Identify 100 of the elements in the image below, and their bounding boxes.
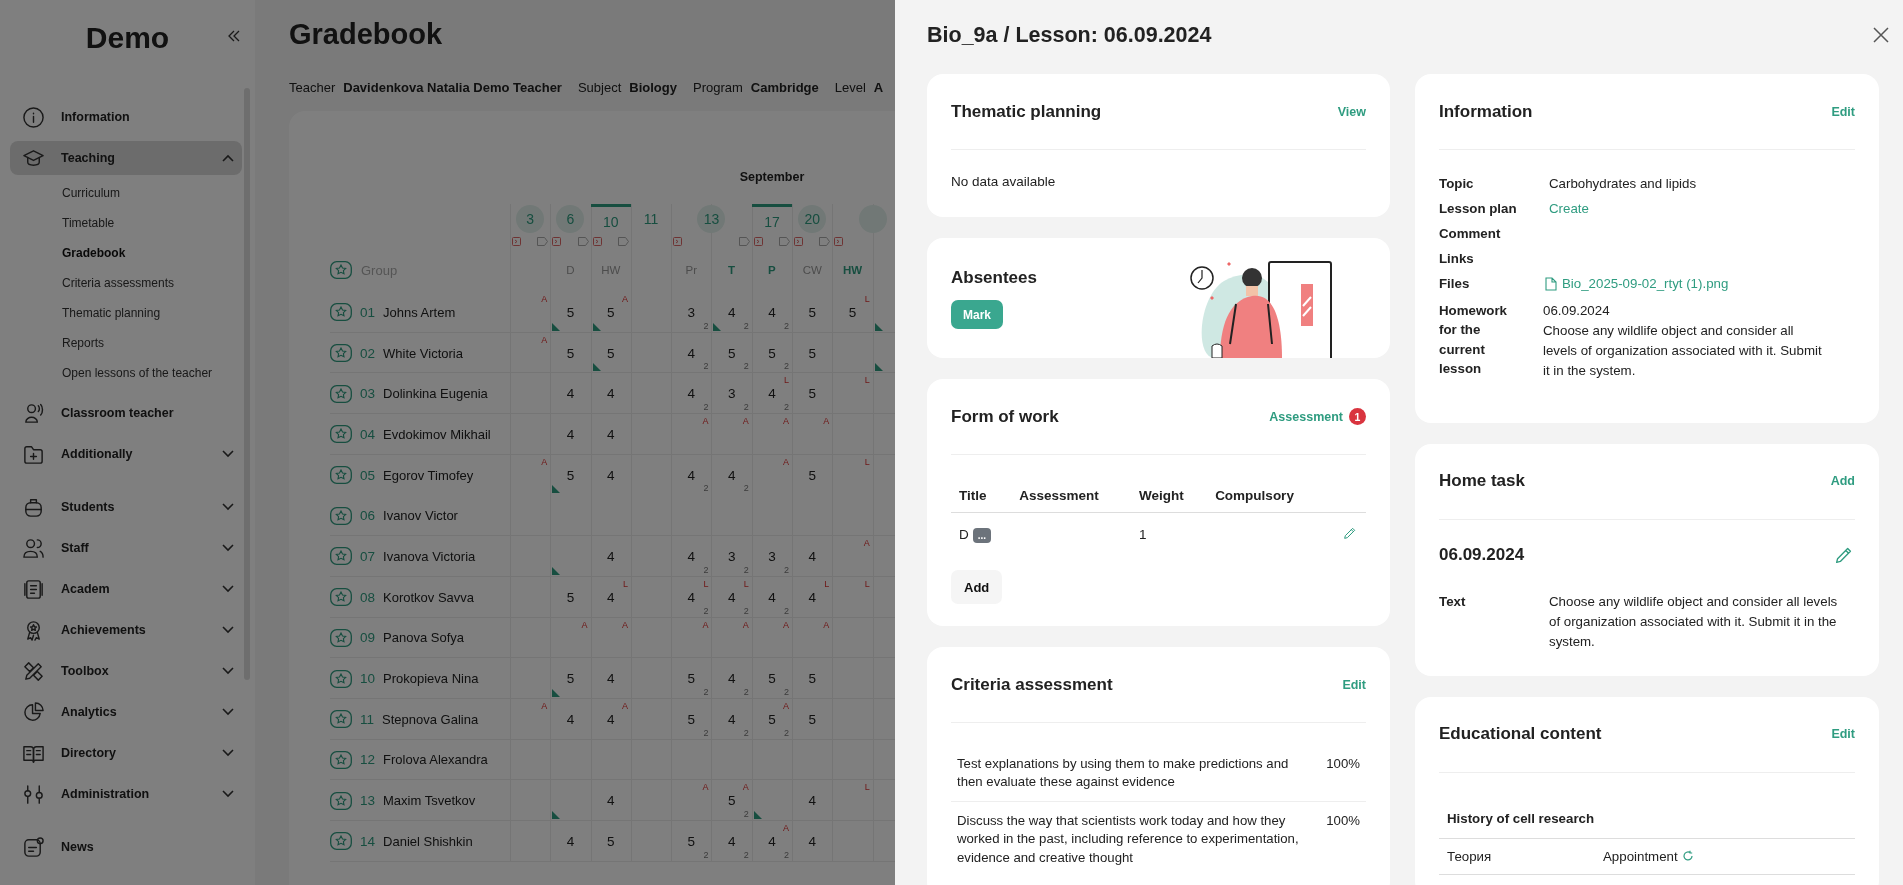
- nav-subitem[interactable]: Timetable: [62, 212, 255, 242]
- grade[interactable]: 5: [566, 589, 575, 605]
- student-name[interactable]: Egorov Timofey: [383, 467, 474, 483]
- grade[interactable]: 5: [808, 345, 816, 361]
- grade[interactable]: 3: [727, 548, 736, 564]
- student-name[interactable]: Maxim Tsvetkov: [383, 793, 476, 809]
- nav-subitem[interactable]: Criteria assessments: [62, 272, 255, 302]
- student-name[interactable]: Ivanova Victoria: [383, 548, 476, 564]
- file-link[interactable]: Bio_2025-09-02_rtyt (1).png: [1545, 276, 1855, 291]
- grade[interactable]: 4: [768, 304, 776, 320]
- grade[interactable]: 5: [727, 345, 736, 361]
- nav-subitem[interactable]: Curriculum: [62, 182, 255, 212]
- grade[interactable]: 4: [808, 589, 816, 605]
- student-name[interactable]: Daniel Shishkin: [383, 833, 473, 849]
- grade[interactable]: 5: [566, 467, 575, 483]
- lesson-date[interactable]: 11: [643, 205, 659, 233]
- mark-button[interactable]: Mark: [951, 300, 1003, 329]
- nav-item[interactable]: Classroom teacher: [10, 396, 242, 430]
- nav-item[interactable]: Information: [10, 100, 242, 134]
- add-button[interactable]: Add: [951, 570, 1003, 604]
- nav-item[interactable]: Students: [10, 490, 242, 524]
- nav-item[interactable]: Directory: [10, 736, 242, 770]
- grade[interactable]: 4: [727, 467, 736, 483]
- grade[interactable]: 4: [687, 386, 696, 402]
- card-action-link[interactable]: Edit: [1342, 677, 1366, 692]
- grade[interactable]: 4: [768, 589, 776, 605]
- nav-item[interactable]: Staff: [10, 531, 242, 565]
- grade[interactable]: 5: [808, 467, 816, 483]
- grade[interactable]: 4: [768, 833, 776, 849]
- grade[interactable]: 5: [566, 671, 575, 687]
- grade[interactable]: 4: [566, 426, 575, 442]
- grade[interactable]: 4: [607, 793, 615, 809]
- student-name[interactable]: Johns Artem: [383, 304, 456, 320]
- grade[interactable]: 5: [808, 304, 816, 320]
- student-name[interactable]: Prokopieva Nina: [383, 671, 479, 687]
- grade[interactable]: 5: [566, 345, 575, 361]
- grade[interactable]: 4: [808, 548, 816, 564]
- grade[interactable]: 4: [566, 386, 575, 402]
- nav-subitem[interactable]: Thematic planning: [62, 302, 255, 332]
- card-action-link[interactable]: Assessment 1: [1269, 408, 1366, 425]
- nav-item[interactable]: Achievements: [10, 613, 242, 647]
- nav-subitem[interactable]: Gradebook: [62, 242, 255, 272]
- grade[interactable]: 4: [566, 833, 575, 849]
- grade[interactable]: 5: [808, 671, 816, 687]
- grade[interactable]: 4: [687, 467, 696, 483]
- student-name[interactable]: Stepnova Galina: [382, 711, 479, 727]
- student-name[interactable]: Ivanov Victor: [383, 508, 458, 524]
- grade[interactable]: 5: [687, 711, 696, 727]
- grade[interactable]: 5: [768, 345, 776, 361]
- card-action-link[interactable]: Edit: [1831, 104, 1855, 119]
- nav-item[interactable]: Academ: [10, 572, 242, 606]
- student-name[interactable]: Frolova Alexandra: [383, 752, 488, 768]
- grade[interactable]: 4: [727, 711, 736, 727]
- card-action-link[interactable]: Add: [1830, 474, 1855, 489]
- grade[interactable]: 4: [607, 548, 615, 564]
- nav-subitem[interactable]: Reports: [62, 332, 255, 362]
- grade[interactable]: 5: [768, 711, 776, 727]
- grade[interactable]: 4: [768, 386, 776, 402]
- nav-item[interactable]: Toolbox: [10, 654, 242, 688]
- grade[interactable]: 4: [727, 589, 736, 605]
- grade[interactable]: 5: [768, 671, 776, 687]
- grade[interactable]: 4: [607, 711, 615, 727]
- student-name[interactable]: Evdokimov Mikhail: [383, 426, 491, 442]
- grade[interactable]: 4: [607, 467, 615, 483]
- grade[interactable]: 4: [607, 589, 615, 605]
- grade[interactable]: 3: [687, 304, 696, 320]
- grade[interactable]: 4: [607, 386, 615, 402]
- grade[interactable]: 3: [768, 548, 776, 564]
- grade[interactable]: 5: [687, 833, 696, 849]
- grade[interactable]: 5: [607, 833, 615, 849]
- grade[interactable]: 5: [566, 304, 575, 320]
- grade[interactable]: 3: [727, 386, 736, 402]
- grade[interactable]: 4: [607, 426, 615, 442]
- grade[interactable]: 5: [727, 793, 736, 809]
- grade[interactable]: 5: [687, 671, 696, 687]
- grade[interactable]: 4: [727, 833, 736, 849]
- student-name[interactable]: White Victoria: [383, 345, 463, 361]
- card-action-link[interactable]: Edit: [1831, 727, 1855, 742]
- grade[interactable]: 4: [687, 345, 696, 361]
- grade[interactable]: 5: [808, 711, 816, 727]
- grade[interactable]: 4: [687, 548, 696, 564]
- grade[interactable]: 5: [848, 304, 857, 320]
- nav-item[interactable]: News: [10, 830, 242, 864]
- create-link[interactable]: Create: [1549, 201, 1589, 216]
- student-name[interactable]: Dolinkina Eugenia: [383, 386, 488, 402]
- student-name[interactable]: Korotkov Savva: [383, 589, 475, 605]
- lesson-date[interactable]: 10: [602, 208, 619, 236]
- nav-item[interactable]: Administration: [10, 777, 242, 811]
- nav-item[interactable]: Analytics: [10, 695, 242, 729]
- card-action-link[interactable]: View: [1337, 104, 1366, 119]
- grade[interactable]: 4: [727, 671, 736, 687]
- nav-subitem[interactable]: Open lessons of the teacher: [62, 362, 255, 392]
- grade[interactable]: 4: [808, 833, 816, 849]
- grade[interactable]: 4: [607, 671, 615, 687]
- grade[interactable]: 4: [566, 711, 575, 727]
- grade[interactable]: 4: [687, 589, 696, 605]
- lesson-date[interactable]: 17: [764, 208, 780, 236]
- grade[interactable]: 5: [607, 304, 615, 320]
- nav-item[interactable]: Additionally: [10, 437, 242, 471]
- grade[interactable]: 5: [607, 345, 615, 361]
